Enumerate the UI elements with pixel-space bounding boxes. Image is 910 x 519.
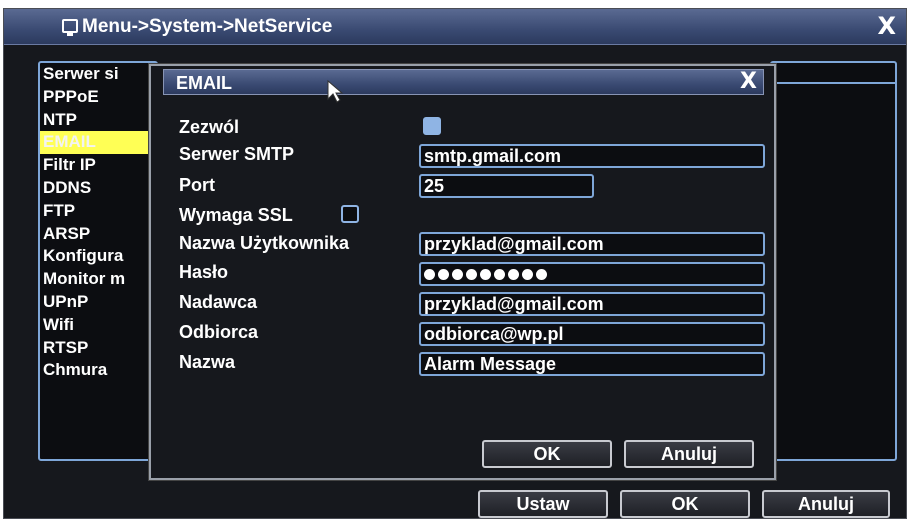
- password-mask: [424, 269, 547, 280]
- list-item-cloud[interactable]: Chmura: [40, 359, 156, 382]
- ssl-label: Wymaga SSL: [179, 205, 293, 225]
- close-icon[interactable]: X: [877, 11, 896, 41]
- netservice-titlebar: Menu->System->NetService X: [4, 9, 906, 45]
- smtp-input[interactable]: smtp.gmail.com: [419, 144, 765, 168]
- list-item-wifi[interactable]: Wifi: [40, 314, 156, 337]
- set-button[interactable]: Ustaw: [478, 490, 608, 518]
- monitor-icon: [62, 19, 78, 36]
- password-dot: [438, 269, 449, 280]
- name-label: Nazwa: [179, 352, 236, 372]
- email-dialog-titlebar: EMAIL X: [163, 69, 764, 95]
- port-label: Port: [179, 175, 215, 195]
- name-input[interactable]: Alarm Message: [419, 352, 765, 376]
- right-panel: [770, 61, 897, 461]
- cancel-button[interactable]: Anuluj: [762, 490, 890, 518]
- username-input[interactable]: przyklad@gmail.com: [419, 232, 765, 256]
- password-dot: [522, 269, 533, 280]
- list-item-pppoe[interactable]: PPPoE: [40, 86, 156, 109]
- right-panel-divider: [772, 82, 895, 84]
- list-item-monitor[interactable]: Monitor m: [40, 268, 156, 291]
- list-item-arsp[interactable]: ARSP: [40, 223, 156, 246]
- list-item-ip-filter[interactable]: Filtr IP: [40, 154, 156, 177]
- list-item-email[interactable]: EMAIL: [40, 131, 156, 155]
- list-item-ddns[interactable]: DDNS: [40, 177, 156, 200]
- list-item-server[interactable]: Serwer si: [40, 63, 156, 86]
- close-icon[interactable]: X: [740, 69, 757, 95]
- receiver-input[interactable]: odbiorca@wp.pl: [419, 322, 765, 346]
- dialog-cancel-button[interactable]: Anuluj: [624, 440, 754, 468]
- password-dot: [466, 269, 477, 280]
- window-title: Menu->System->NetService: [82, 16, 333, 37]
- ssl-checkbox[interactable]: [341, 205, 359, 223]
- enable-label: Zezwól: [179, 117, 240, 137]
- sender-input[interactable]: przyklad@gmail.com: [419, 292, 765, 316]
- cursor-arrow-icon: [326, 79, 344, 108]
- enable-checkbox[interactable]: [423, 117, 441, 135]
- dialog-ok-button[interactable]: OK: [482, 440, 612, 468]
- password-dot: [494, 269, 505, 280]
- password-dot: [452, 269, 463, 280]
- list-item-config[interactable]: Konfigura: [40, 245, 156, 268]
- password-input[interactable]: [419, 262, 765, 286]
- list-item-ftp[interactable]: FTP: [40, 200, 156, 223]
- smtp-label: Serwer SMTP: [179, 144, 295, 164]
- list-item-upnp[interactable]: UPnP: [40, 291, 156, 314]
- password-dot: [536, 269, 547, 280]
- email-dialog: EMAIL X Zezwól Serwer SMTP smtp.gmail.co…: [149, 64, 776, 480]
- port-input[interactable]: 25: [419, 174, 594, 198]
- receiver-label: Odbiorca: [179, 322, 259, 342]
- username-label: Nazwa Użytkownika: [179, 233, 350, 253]
- password-label: Hasło: [179, 262, 229, 282]
- password-dot: [508, 269, 519, 280]
- list-item-ntp[interactable]: NTP: [40, 109, 156, 132]
- ok-button[interactable]: OK: [620, 490, 750, 518]
- list-item-rtsp[interactable]: RTSP: [40, 337, 156, 360]
- email-dialog-title: EMAIL: [176, 73, 232, 93]
- service-list: Serwer si PPPoE NTP EMAIL Filtr IP DDNS …: [38, 61, 158, 461]
- sender-label: Nadawca: [179, 292, 258, 312]
- password-dot: [480, 269, 491, 280]
- password-dot: [424, 269, 435, 280]
